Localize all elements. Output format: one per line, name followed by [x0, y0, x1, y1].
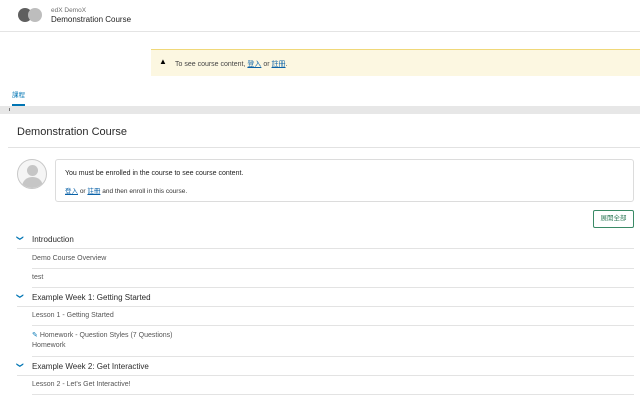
edx-logo[interactable] — [18, 8, 42, 22]
subsection-label: Lesson 2 - Let's Get Interactive! — [32, 381, 131, 388]
notice-register-link[interactable]: 註冊 — [87, 188, 100, 195]
avatar — [17, 159, 47, 189]
subsection-label: Homework - Question Styles (7 Questions) — [39, 332, 173, 339]
divider — [8, 147, 640, 148]
section-title: Example Week 2: Get Interactive — [32, 362, 149, 371]
course-org: edX DemoX — [51, 7, 87, 14]
expand-all-button[interactable]: 展開全部 — [593, 210, 634, 228]
notice-signin-link[interactable]: 登入 — [65, 188, 78, 195]
tab-underbar — [0, 106, 640, 114]
enroll-alert: ▲ To see course content, 登入 or 註冊. — [151, 49, 640, 76]
list-item[interactable]: Demo Course Overview — [32, 250, 634, 269]
section-week-1[interactable]: ❯ Example Week 1: Getting Started — [16, 288, 634, 307]
section-introduction[interactable]: ❯ Introduction — [16, 230, 634, 249]
signin-link[interactable]: 登入 — [247, 61, 261, 68]
chevron-down-icon[interactable]: ❯ — [16, 235, 24, 241]
subsection-type: Homework — [32, 342, 66, 349]
list-item[interactable]: test — [32, 269, 634, 288]
section-title: Introduction — [32, 235, 74, 244]
subsection-label: Demo Course Overview — [32, 255, 107, 262]
enroll-notice: You must be enrolled in the course to se… — [55, 159, 634, 202]
course-tabs: 課程 — [0, 86, 640, 106]
list-item[interactable]: ✎ Homework - Question Styles (7 Question… — [32, 326, 634, 357]
section-title: Example Week 1: Getting Started — [32, 293, 151, 302]
subsection-label: test — [32, 274, 44, 281]
register-link[interactable]: 註冊 — [272, 61, 286, 68]
site-header: edX DemoX Demonstration Course — [0, 0, 640, 32]
notice-message: You must be enrolled in the course to se… — [65, 170, 244, 177]
section-week-2[interactable]: ❯ Example Week 2: Get Interactive — [16, 357, 634, 376]
alert-text: To see course content, 登入 or 註冊. — [175, 61, 288, 68]
chevron-down-icon[interactable]: ❯ — [16, 362, 24, 368]
notice-actions: 登入 or 註冊 and then enroll in this course. — [65, 188, 188, 195]
edit-icon: ✎ — [32, 332, 38, 339]
chevron-down-icon[interactable]: ❯ — [16, 293, 24, 299]
course-title: Demonstration Course — [51, 15, 132, 24]
warning-icon: ▲ — [159, 57, 167, 66]
list-item[interactable]: Lesson 1 - Getting Started — [32, 307, 634, 326]
subsection-label: Lesson 1 - Getting Started — [32, 312, 114, 319]
list-item[interactable]: Lesson 2 - Let's Get Interactive! — [32, 376, 634, 395]
page-title: Demonstration Course — [17, 126, 128, 138]
tab-course[interactable]: 課程 — [12, 89, 25, 106]
